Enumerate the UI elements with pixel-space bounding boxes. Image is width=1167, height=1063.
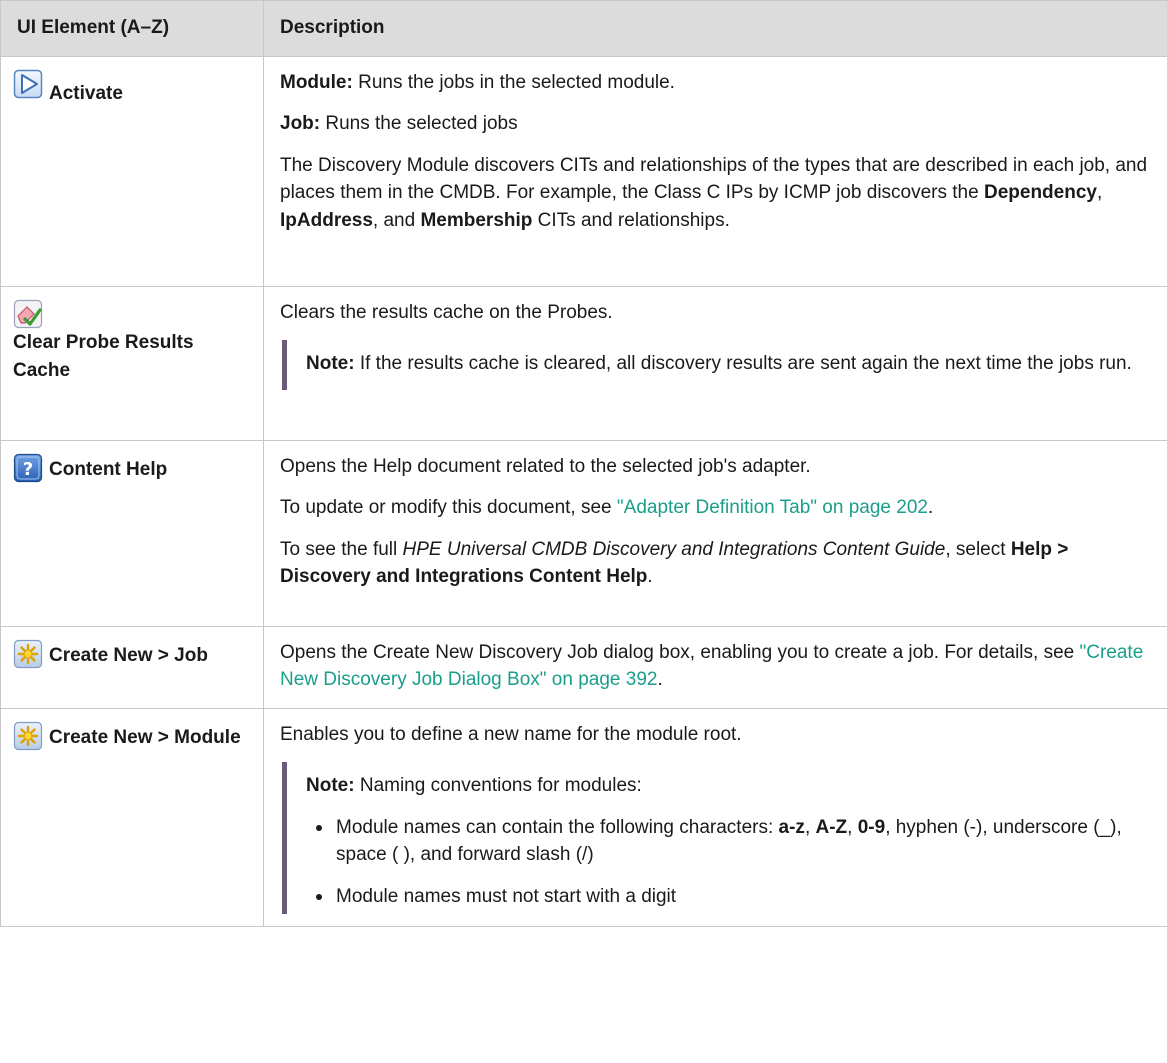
table-header-row: UI Element (A–Z) Description (0, 0, 1167, 57)
note-label: Note: (306, 353, 355, 375)
table-row: Clear Probe Results Cache Clears the res… (0, 285, 1167, 441)
term-job: Job: (280, 113, 321, 135)
note-label: Note: (306, 775, 355, 797)
term: 0-9 (857, 816, 886, 838)
table-row: Create New > Module Enables you to defin… (0, 707, 1167, 928)
note-box: Note: Naming conventions for modules: Mo… (282, 762, 1152, 915)
svg-text:?: ? (23, 459, 33, 480)
text: , and (372, 209, 421, 231)
element-label: Activate (49, 82, 123, 104)
term: a-z (778, 816, 805, 838)
description-cell-create-module: Enables you to define a new name for the… (263, 707, 1167, 928)
element-cell-create-job: Create New > Job (0, 625, 264, 709)
new-star-icon (13, 639, 43, 669)
text: Runs the selected jobs (320, 113, 518, 135)
table-row: Activate Module: Runs the jobs in the se… (0, 55, 1167, 287)
description-cell-clear-cache: Clears the results cache on the Probes. … (263, 285, 1167, 441)
description-cell-content-help: Opens the Help document related to the s… (263, 439, 1167, 627)
term: Membership (420, 209, 533, 231)
description-cell-activate: Module: Runs the jobs in the selected mo… (263, 55, 1167, 287)
text: CITs and relationships. (532, 209, 730, 231)
description-text: Clears the results cache on the Probes. (280, 301, 613, 323)
term: A-Z (815, 816, 848, 838)
note-text: Naming conventions for modules: (354, 775, 642, 797)
text: Opens the Create New Discovery Job dialo… (280, 641, 1080, 663)
text: . (657, 669, 663, 691)
term: Dependency (983, 182, 1097, 204)
ui-elements-table: UI Element (A–Z) Description Activate Mo… (0, 0, 1167, 928)
guide-title: HPE Universal CMDB Discovery and Integra… (402, 538, 946, 560)
element-cell-content-help: ? Content Help (0, 439, 264, 627)
text: To see the full (280, 538, 403, 560)
eraser-check-icon (13, 299, 43, 329)
element-cell-activate: Activate (0, 55, 264, 287)
text: , (847, 816, 858, 838)
header-description: Description (263, 0, 1167, 57)
text: . (647, 566, 653, 588)
header-ui-element: UI Element (A–Z) (0, 0, 264, 57)
table-row: ? Content Help Opens the Help document r… (0, 439, 1167, 627)
list-item: Module names must not start with a digit (316, 883, 1152, 911)
note-box: Note: If the results cache is cleared, a… (282, 340, 1152, 390)
text: , (1096, 182, 1103, 204)
term-module: Module: (280, 71, 353, 93)
new-star-icon (13, 721, 43, 751)
text: Module names can contain the following c… (336, 816, 779, 838)
play-icon (13, 69, 43, 99)
element-cell-clear-cache: Clear Probe Results Cache (0, 285, 264, 441)
term: IpAddress (280, 209, 373, 231)
description-text: Enables you to define a new name for the… (280, 723, 742, 745)
description-cell-create-job: Opens the Create New Discovery Job dialo… (263, 625, 1167, 709)
list-item: Module names can contain the following c… (316, 814, 1152, 869)
text: To update or modify this document, see (280, 497, 617, 519)
element-label: Clear Probe Results Cache (13, 332, 194, 381)
note-text: If the results cache is cleared, all dis… (354, 353, 1132, 375)
text: , (804, 816, 816, 838)
table-row: Create New > Job Opens the Create New Di… (0, 625, 1167, 709)
element-cell-create-module: Create New > Module (0, 707, 264, 928)
element-label: Create New > Job (49, 644, 208, 666)
element-label: Content Help (49, 458, 168, 480)
adapter-definition-link[interactable]: "Adapter Definition Tab" on page 202 (617, 497, 928, 518)
help-question-icon: ? (13, 453, 43, 483)
text: . (927, 497, 934, 519)
text: Runs the jobs in the selected module. (352, 71, 675, 93)
naming-rules-list: Module names can contain the following c… (306, 814, 1152, 911)
description-text: Opens the Help document related to the s… (280, 455, 811, 477)
text: , select (945, 538, 1011, 560)
element-label: Create New > Module (49, 726, 241, 748)
